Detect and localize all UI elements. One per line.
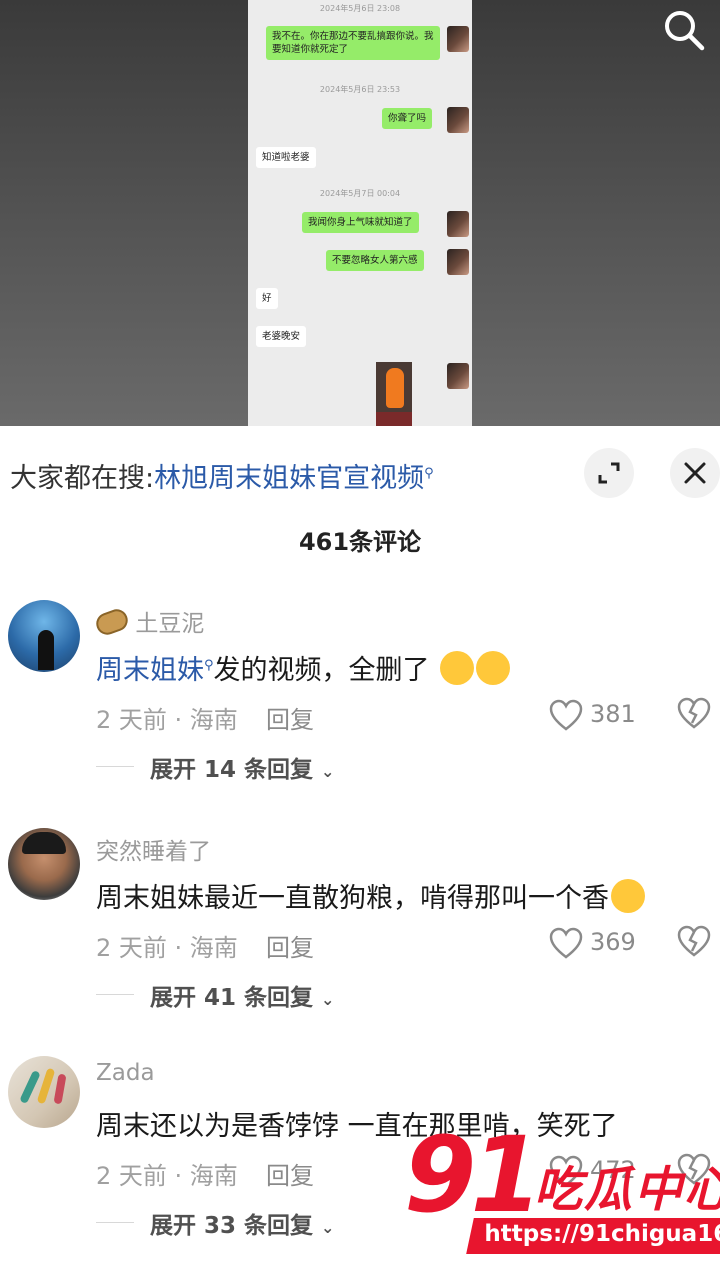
chat-bubble-sent: 我闻你身上气味就知道了 [302,212,419,233]
username[interactable]: 土豆泥 [93,604,205,638]
sticker-image [376,362,412,426]
chat-avatar [447,26,469,52]
chat-avatar [447,107,469,133]
chat-bubble-sent: 你聋了吗 [382,108,433,129]
chat-avatar [447,211,469,237]
search-icon: ⚲ [424,466,434,481]
dislike-button[interactable] [676,924,712,960]
expand-replies-label: 展开 41 条回复 [150,985,314,1011]
like-button[interactable]: 381 [548,696,648,736]
like-button[interactable]: 369 [548,924,648,964]
watermark-url: https://91chigua16.com [484,1221,720,1247]
chat-avatar [447,249,469,275]
username-text: 土豆泥 [135,611,205,637]
chat-avatar [447,363,469,389]
comment-body: 发的视频，全删了 [213,655,430,686]
dislike-button[interactable] [676,696,712,732]
avatar[interactable] [8,600,80,672]
wink-tongue-emoji [611,879,645,913]
reply-button[interactable]: 回复 [266,1156,314,1191]
chat-timestamp: 2024年5月6日 23:53 [319,85,401,94]
comment-time-location: 2 天前 · 海南 [96,1162,238,1190]
avatar[interactable] [8,828,80,900]
comment-count: 461条评论 [298,528,422,556]
chat-screenshot: 2024年5月6日 23:08 我不在。你在那边不要乱搞跟你说。我要知道你就死定… [248,0,472,426]
laugh-cry-emoji [440,651,475,685]
comment-item: 突然睡着了 周末姐妹最近一直散狗粮，啃得那叫一个香 2 天前 · 海南 回复 3… [0,828,720,1056]
video-player[interactable]: 2024年5月6日 23:08 我不在。你在那边不要乱搞跟你说。我要知道你就死定… [0,0,720,426]
chat-bubble-received: 老婆晚安 [256,326,307,347]
comment-time-location: 2 天前 · 海南 [96,706,238,734]
broken-heart-icon [677,697,711,729]
potato-icon [93,606,131,638]
chevron-down-icon: ⌄ [321,762,335,781]
hot-search-prefix: 大家都在搜: [10,463,155,494]
watermark-number: 91 [404,1120,543,1236]
comment-topic-link[interactable]: 周末姐妹 [96,655,204,686]
like-count: 369 [590,928,636,956]
close-button[interactable] [670,448,720,498]
username[interactable]: 突然睡着了 [96,832,211,866]
hot-search-link[interactable]: 林旭周末姐妹官宣视频 [154,463,424,494]
username[interactable]: Zada [96,1060,155,1086]
expand-replies-label: 展开 33 条回复 [150,1213,314,1239]
watermark-logo: 91 吃瓜中心 https://91chigua16.com [404,1120,720,1280]
comment-text: 周末姐妹⚲发的视频，全删了 [96,648,511,687]
close-icon [684,462,706,484]
expand-replies-label: 展开 14 条回复 [150,757,314,783]
search-icon [665,11,705,51]
like-count: 381 [590,700,636,728]
divider [96,1222,134,1223]
chat-bubble-sent: 不要忽略女人第六感 [326,250,424,271]
watermark-url-banner: https://91chigua16.com [466,1218,720,1254]
heart-icon [549,927,583,959]
chat-bubble-sent: 我不在。你在那边不要乱搞跟你说。我要知道你就死定了 [266,26,440,60]
comment-item: 土豆泥 周末姐妹⚲发的视频，全删了 2 天前 · 海南 回复 381 展开 14… [0,600,720,828]
broken-heart-icon [677,925,711,957]
reply-button[interactable]: 回复 [266,928,314,963]
comment-time-location: 2 天前 · 海南 [96,934,238,962]
heart-icon [549,699,583,731]
chat-timestamp: 2024年5月6日 23:08 [319,4,401,13]
laugh-cry-emoji [476,651,511,685]
search-button[interactable] [662,8,706,52]
reply-button[interactable]: 回复 [266,700,314,735]
chat-timestamp: 2024年5月7日 00:04 [319,189,401,198]
expand-icon [598,462,620,484]
expand-button[interactable] [584,448,634,498]
divider [96,766,134,767]
hot-search-bar[interactable]: 大家都在搜:林旭周末姐妹官宣视频⚲ [10,456,434,495]
comment-body: 周末姐妹最近一直散狗粮，啃得那叫一个香 [96,883,609,914]
chevron-down-icon: ⌄ [321,1218,335,1237]
chat-bubble-received: 好 [256,288,278,309]
search-icon: ⚲ [204,658,214,673]
divider [96,994,134,995]
avatar[interactable] [8,1056,80,1128]
chevron-down-icon: ⌄ [321,990,335,1009]
watermark-text: 吃瓜中心 [534,1162,720,1218]
chat-bubble-received: 知道啦老婆 [256,147,316,168]
comment-text: 周末姐妹最近一直散狗粮，啃得那叫一个香 [96,876,645,915]
